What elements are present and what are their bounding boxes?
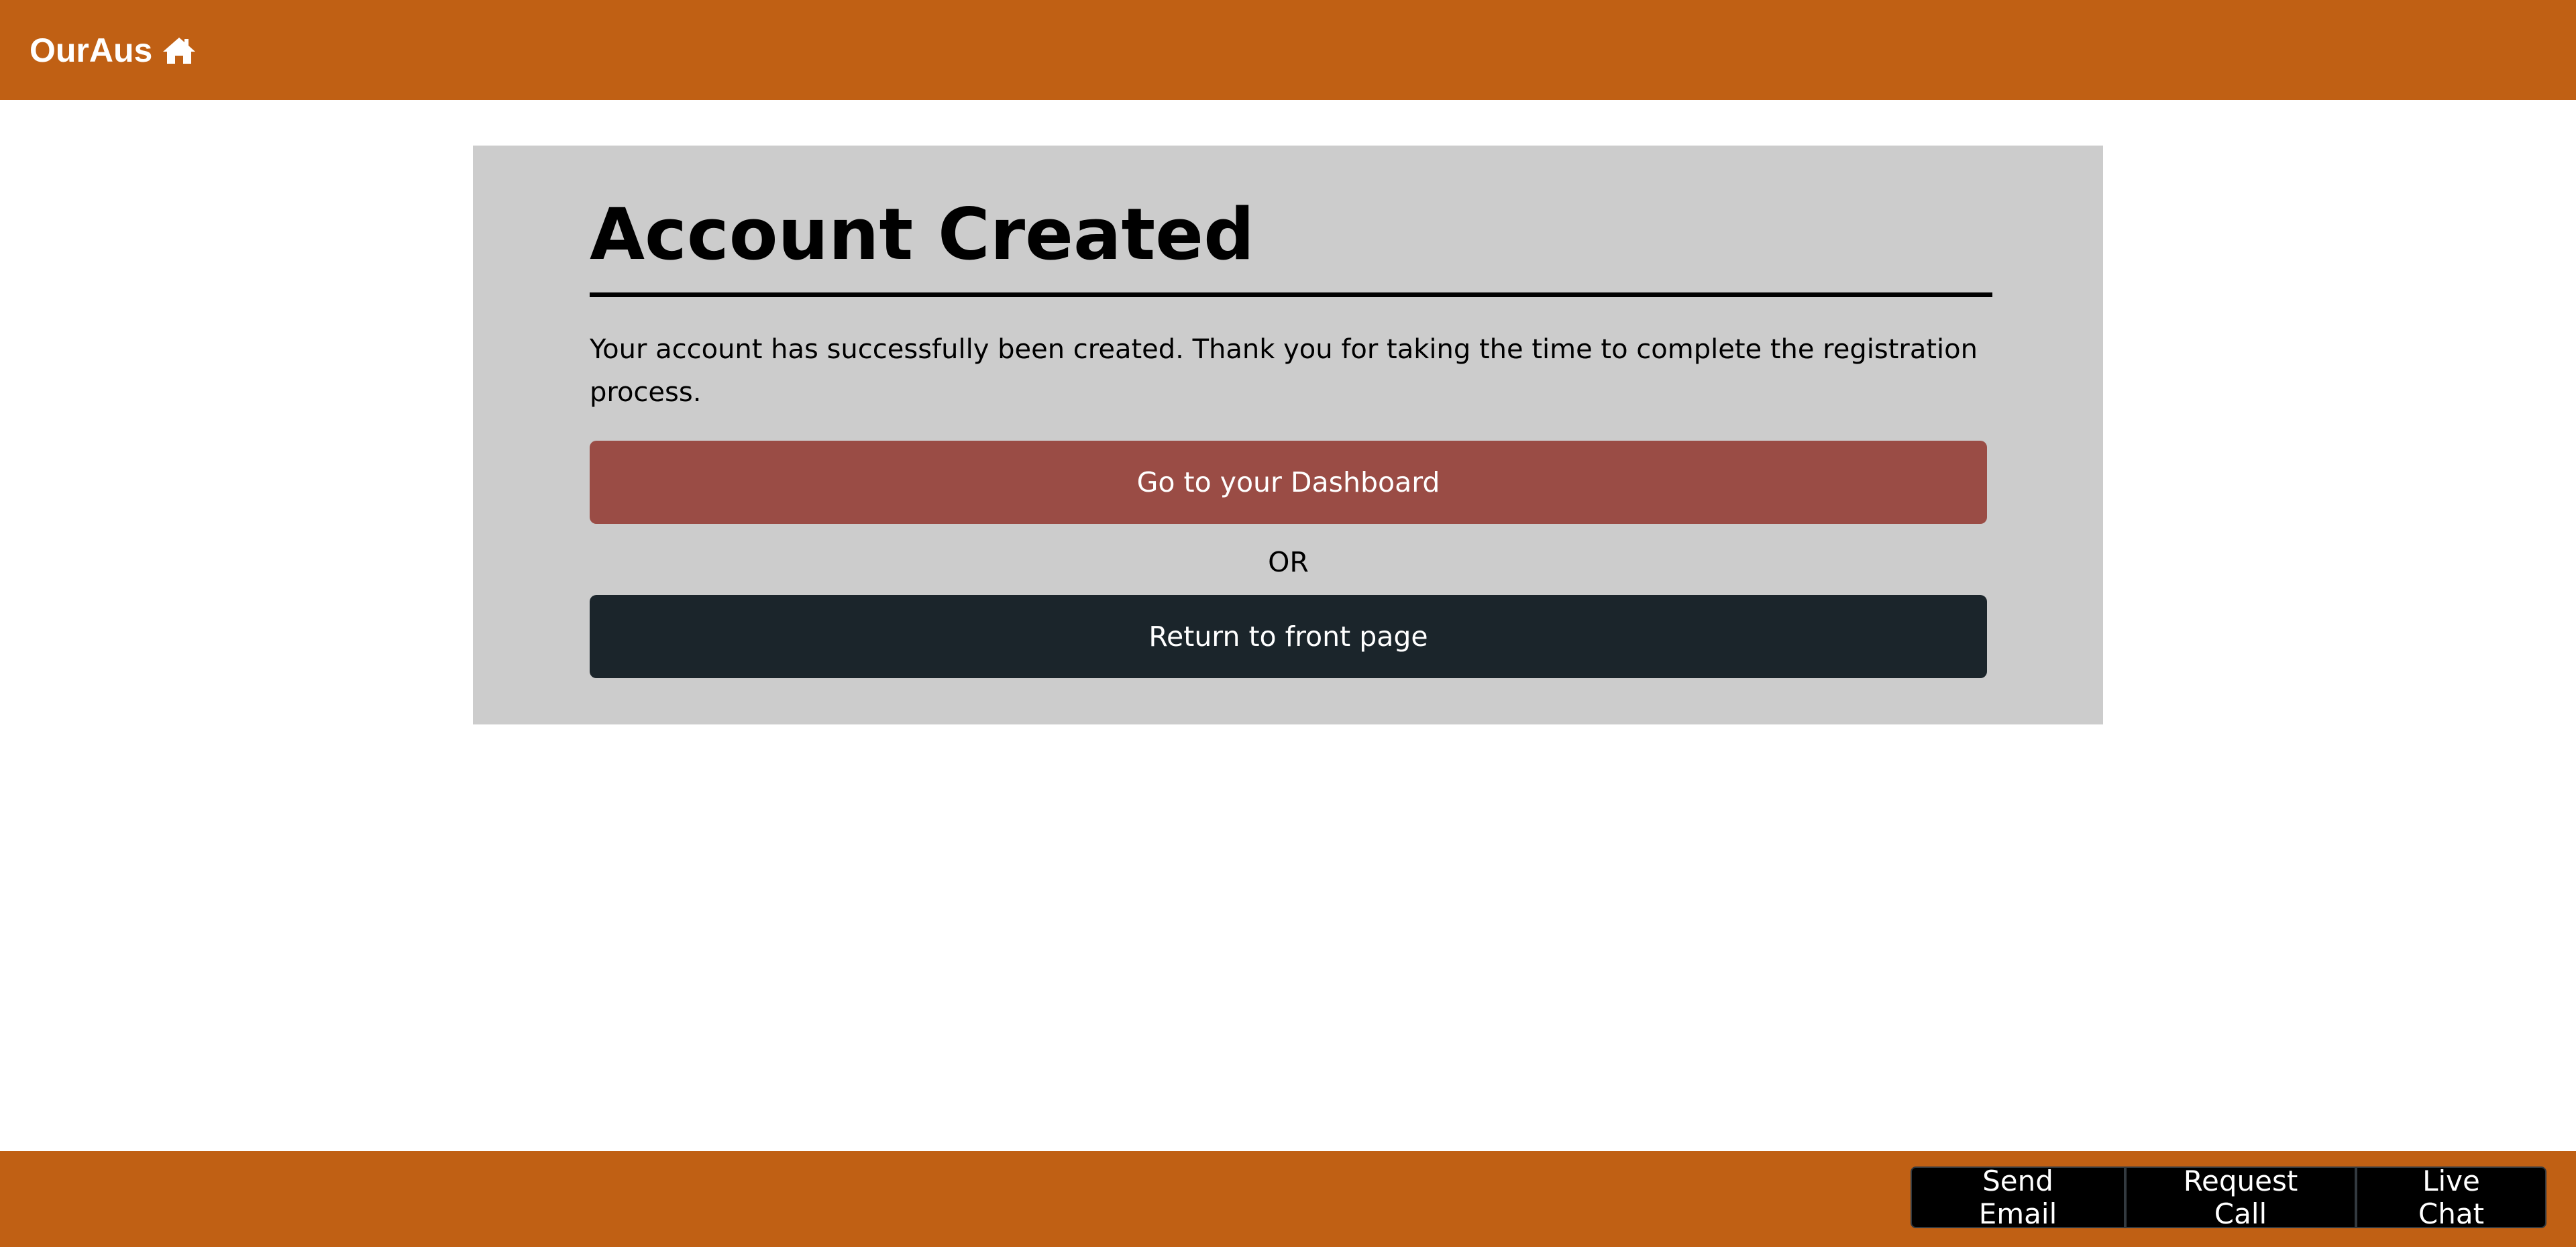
brand-name: OurAus xyxy=(30,31,153,69)
title-divider xyxy=(590,292,1992,297)
or-separator: OR xyxy=(1268,546,1309,578)
send-email-button[interactable]: Send Email xyxy=(1911,1164,2125,1230)
page-title: Account Created xyxy=(590,193,1254,276)
home-icon xyxy=(162,36,197,65)
brand-home-link[interactable]: OurAus xyxy=(30,0,197,100)
front-page-button[interactable]: Return to front page xyxy=(590,595,1987,678)
dashboard-button[interactable]: Go to your Dashboard xyxy=(590,441,1987,524)
top-navbar: OurAus xyxy=(0,0,2576,100)
success-message: Your account has successfully been creat… xyxy=(590,334,1978,408)
contact-button-group: Send Email Request Call Live Chat xyxy=(1911,1164,2546,1230)
live-chat-button[interactable]: Live Chat xyxy=(2356,1164,2546,1230)
account-created-card: Account Created Your account has success… xyxy=(473,146,2103,724)
request-call-button[interactable]: Request Call xyxy=(2125,1164,2356,1230)
footer-bar: Send Email Request Call Live Chat xyxy=(0,1151,2576,1247)
